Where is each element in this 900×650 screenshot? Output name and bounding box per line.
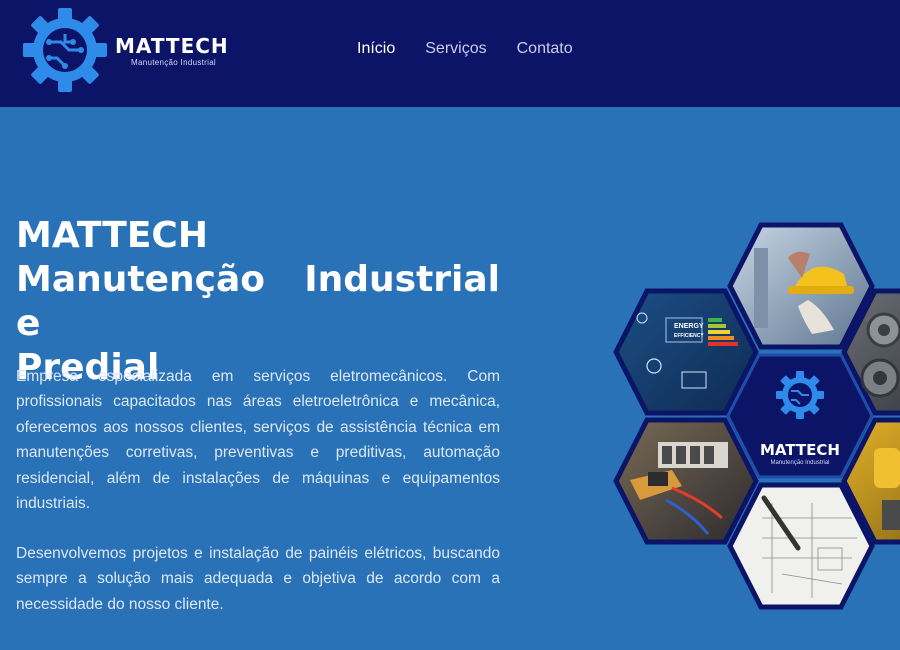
hero-paragraph-intro: Empresa especializada em serviços eletro… (16, 368, 500, 513)
center-brand-tagline: Manutenção Industrial (770, 460, 829, 466)
hero-title-line-2: Manutenção Industrial e (16, 259, 500, 344)
nav-link-inicio[interactable]: Início (357, 40, 395, 58)
brand-tagline: Manutenção Industrial (131, 58, 217, 67)
hex-safety-helmet (727, 222, 875, 350)
energy-label-1: ENERGY (674, 323, 704, 330)
hex-blueprint-drawing (727, 482, 875, 610)
center-gear-icon (776, 371, 824, 419)
nav-link-servicos[interactable]: Serviços (425, 40, 486, 58)
brand-logo[interactable]: MATTECH Manutenção Industrial (22, 8, 242, 92)
hero-paragraph-projects: Desenvolvemos projetos e instalação de p… (16, 545, 500, 613)
hex-electrical-panel (613, 417, 759, 545)
energy-label-2: EFFICIENCY (674, 333, 704, 339)
hexagon-image-collage: ENERGY EFFICIENCY MATTECH Manutenção Ind… (612, 218, 900, 613)
nav-link-contato[interactable]: Contato (517, 40, 573, 58)
site-header: MATTECH Manutenção Industrial Início Ser… (0, 0, 900, 107)
center-brand-name: MATTECH (760, 441, 840, 459)
brand-name: MATTECH (115, 34, 229, 58)
hexagon-collage-graphic: ENERGY EFFICIENCY MATTECH Manutenção Ind… (613, 222, 900, 610)
hex-energy-efficiency: ENERGY EFFICIENCY (613, 288, 759, 416)
hex-center-logo: MATTECH Manutenção Industrial (726, 353, 874, 479)
main-nav: Início Serviços Contato (357, 40, 573, 58)
hero-title-line-1: MATTECH (16, 215, 208, 256)
gear-circuit-logo-icon (23, 8, 107, 92)
